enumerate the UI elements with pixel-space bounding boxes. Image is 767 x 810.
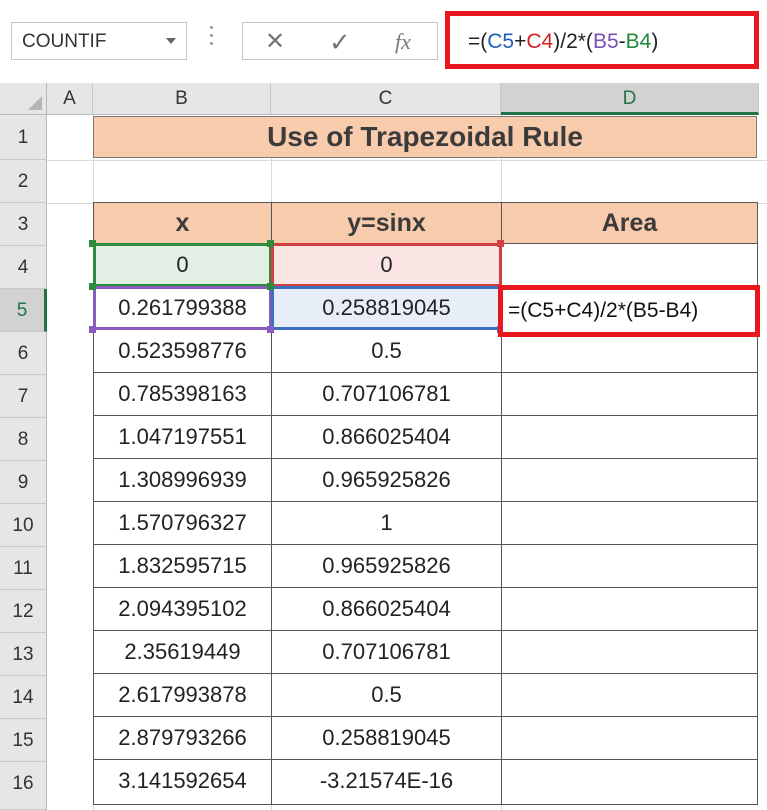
- active-cell-formula: =(C5+C4)/2*(B5-B4): [508, 299, 699, 322]
- formula-text: =(C5+C4)/2*(B5-B4): [468, 30, 658, 54]
- sheet-title[interactable]: Use of Trapezoidal Rule: [93, 116, 757, 158]
- row-header[interactable]: 5: [0, 289, 47, 332]
- row-header[interactable]: 3: [0, 203, 47, 246]
- resize-handle[interactable]: [89, 283, 96, 290]
- chevron-down-icon[interactable]: [166, 38, 176, 44]
- y-value-cell[interactable]: 0.965925826: [271, 458, 502, 502]
- formula-part: =(: [468, 30, 488, 53]
- x-value-cell[interactable]: 1.832595715: [93, 544, 272, 588]
- x-value-cell[interactable]: 0.261799388: [93, 286, 272, 330]
- area-cell[interactable]: [501, 630, 758, 674]
- y-value-cell[interactable]: 1: [271, 501, 502, 545]
- select-all-corner[interactable]: [0, 83, 47, 115]
- spreadsheet-grid: A B C D 1 2 3 4 5 6 7 8 9 10 11 12 13 14…: [0, 83, 767, 810]
- row-header[interactable]: 16: [0, 762, 47, 810]
- row-header[interactable]: 8: [0, 418, 47, 461]
- cancel-icon[interactable]: ✕: [265, 27, 285, 56]
- row-header[interactable]: 4: [0, 246, 47, 289]
- area-cell[interactable]: [501, 501, 758, 545]
- area-cell[interactable]: [501, 372, 758, 416]
- x-value-cell[interactable]: 2.617993878: [93, 673, 272, 717]
- x-value-cell[interactable]: 0.785398163: [93, 372, 272, 416]
- y-value-cell[interactable]: 0.5: [271, 329, 502, 373]
- name-box-value: COUNTIF: [22, 31, 107, 52]
- row-header[interactable]: 10: [0, 504, 47, 547]
- area-cell[interactable]: [501, 759, 758, 805]
- x-value-cell[interactable]: 2.35619449: [93, 630, 272, 674]
- y-value-cell[interactable]: 0.258819045: [271, 716, 502, 760]
- insert-function-icon[interactable]: fx: [395, 29, 411, 55]
- area-cell[interactable]: [501, 458, 758, 502]
- area-cell[interactable]: [501, 415, 758, 459]
- header-area[interactable]: Area: [501, 202, 758, 244]
- row-header[interactable]: 9: [0, 461, 47, 504]
- gridline: [47, 160, 767, 161]
- row-header[interactable]: 14: [0, 676, 47, 719]
- formula-bar: COUNTIF ✕ ✓ fx =(C5+C4)/2*(B5-B4): [0, 0, 767, 83]
- resize-handle[interactable]: [267, 283, 274, 290]
- enter-icon[interactable]: ✓: [329, 27, 351, 58]
- y-value-cell[interactable]: -3.21574E-16: [271, 759, 502, 805]
- row-header[interactable]: 2: [0, 160, 47, 203]
- resize-handle[interactable]: [497, 240, 504, 247]
- column-header-b[interactable]: B: [93, 83, 271, 115]
- formula-part: )/2*(: [553, 30, 593, 53]
- y-value-cell[interactable]: 0.866025404: [271, 587, 502, 631]
- row-header[interactable]: 1: [0, 115, 47, 160]
- resize-handle[interactable]: [89, 326, 96, 333]
- area-cell[interactable]: [501, 716, 758, 760]
- formula-part: +: [514, 30, 527, 53]
- formula-ref-b4: B4: [625, 30, 652, 53]
- formula-part: ): [651, 30, 659, 53]
- x-value-cell[interactable]: 2.879793266: [93, 716, 272, 760]
- y-value-cell[interactable]: 0.258819045: [271, 286, 502, 330]
- y-value-cell[interactable]: 0: [271, 243, 502, 287]
- x-value-cell[interactable]: 1.047197551: [93, 415, 272, 459]
- x-value-cell[interactable]: 3.141592654: [93, 759, 272, 805]
- area-cell[interactable]: [501, 544, 758, 588]
- y-value-cell[interactable]: 0.5: [271, 673, 502, 717]
- y-value-cell[interactable]: 0.866025404: [271, 415, 502, 459]
- x-value-cell[interactable]: 0.523598776: [93, 329, 272, 373]
- row-header[interactable]: 12: [0, 590, 47, 633]
- header-x[interactable]: x: [93, 202, 272, 244]
- header-y[interactable]: y=sinx: [271, 202, 502, 244]
- row-header[interactable]: 6: [0, 332, 47, 375]
- x-value-cell[interactable]: 1.308996939: [93, 458, 272, 502]
- grip-dots-icon: [210, 26, 214, 56]
- column-header-a[interactable]: A: [47, 83, 93, 115]
- area-cell-d4[interactable]: [501, 243, 758, 286]
- row-header[interactable]: 11: [0, 547, 47, 590]
- formula-part: -: [618, 30, 626, 53]
- y-value-cell[interactable]: 0.965925826: [271, 544, 502, 588]
- row-header[interactable]: 15: [0, 719, 47, 762]
- resize-handle[interactable]: [89, 240, 96, 247]
- x-value-cell[interactable]: 0: [93, 243, 272, 287]
- x-value-cell[interactable]: 2.094395102: [93, 587, 272, 631]
- formula-input[interactable]: =(C5+C4)/2*(B5-B4): [445, 11, 759, 69]
- column-header-c[interactable]: C: [271, 83, 501, 115]
- resize-handle[interactable]: [267, 326, 274, 333]
- formula-buttons: ✕ ✓ fx: [242, 22, 438, 60]
- y-value-cell[interactable]: 0.707106781: [271, 372, 502, 416]
- column-header-d[interactable]: D: [501, 83, 759, 115]
- formula-ref-c5: C5: [487, 30, 515, 53]
- name-box[interactable]: COUNTIF: [11, 22, 187, 60]
- row-header[interactable]: 13: [0, 633, 47, 676]
- area-cell[interactable]: [501, 587, 758, 631]
- y-value-cell[interactable]: 0.707106781: [271, 630, 502, 674]
- formula-ref-b5: B5: [592, 30, 619, 53]
- formula-ref-c4: C4: [526, 30, 554, 53]
- row-header[interactable]: 7: [0, 375, 47, 418]
- x-value-cell[interactable]: 1.570796327: [93, 501, 272, 545]
- resize-handle[interactable]: [267, 240, 274, 247]
- area-cell[interactable]: [501, 673, 758, 717]
- active-cell-d5[interactable]: =(C5+C4)/2*(B5-B4): [498, 285, 760, 337]
